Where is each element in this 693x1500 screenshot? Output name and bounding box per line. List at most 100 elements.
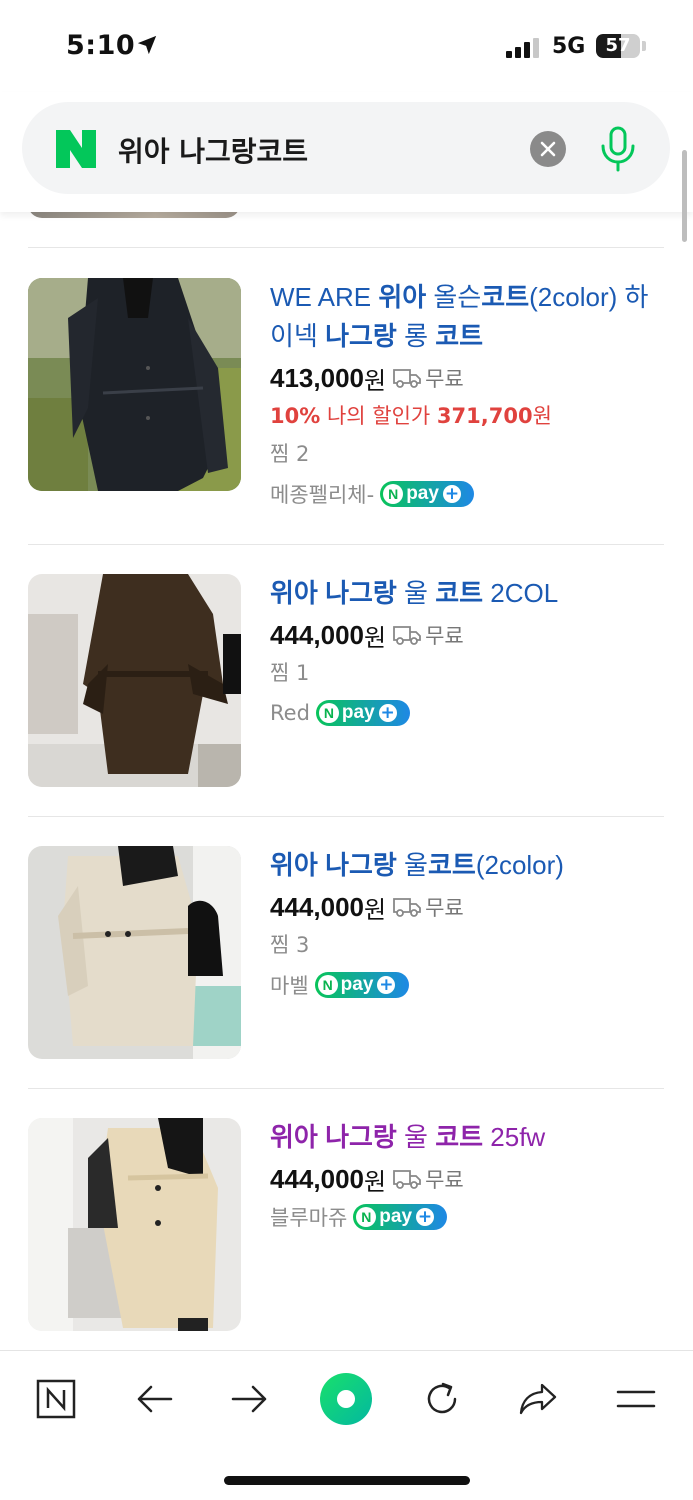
product-price: 413,000 [270,362,364,393]
green-dot-button[interactable] [316,1369,376,1429]
brown-coat-photo [28,574,241,787]
forward-arrow-icon [231,1385,267,1413]
list-item[interactable]: 위아 나그랑 울코트(2color) 444,000 원 무료 찜 3 마벨 Np… [28,846,664,1061]
npay-text: pay [379,1206,413,1227]
product-image[interactable] [28,278,241,491]
zzim-count: 찜 2 [270,442,310,466]
refresh-button[interactable] [412,1369,472,1429]
refresh-icon [427,1382,457,1414]
back-button[interactable] [124,1369,184,1429]
npay-badge: Npay + [314,972,409,998]
naver-logo-icon[interactable] [56,130,96,168]
list-item[interactable]: 위아 나그랑 울 코트 25fw 444,000 원 무료 블루마쥬 Npay + [28,1118,664,1333]
back-arrow-icon [137,1385,173,1413]
naver-home-icon [36,1379,76,1419]
product-title[interactable]: 위아 나그랑 울코트(2color) [270,846,664,885]
discount-unit: 원 [532,404,552,428]
naver-home-button[interactable] [26,1369,86,1429]
product-price: 444,000 [270,1163,364,1194]
shipping-fee: 무료 [425,896,464,920]
list-item[interactable]: WE ARE 위아 올슨코트(2color) 하이넥 나그랑 롱 코트 413,… [28,278,664,538]
seller-row: 메종펠리체- Npay + [270,474,664,514]
title-segment: 코트 [481,282,530,312]
title-segment: 2COL [483,578,559,608]
delivery-truck-icon [393,369,421,388]
zzim-count: 찜 3 [270,933,310,957]
divider [28,1088,664,1089]
search-bar[interactable]: 위아 나그랑코트 [22,102,670,194]
search-header: 위아 나그랑코트 [0,92,693,212]
title-segment: 25fw [483,1122,546,1152]
product-price: 444,000 [270,619,364,650]
seller-name[interactable]: 블루마쥬 [270,1202,347,1232]
price-unit: 원 [363,623,387,652]
home-indicator[interactable] [224,1476,470,1485]
seller-row: 마벨 Npay + [270,965,664,1005]
title-segment: 코트 [435,321,484,351]
title-segment: 울 [396,1122,436,1152]
discount-info: 10% 나의 할인가 371,700원 [270,398,664,434]
plus-icon: + [416,1207,435,1227]
title-segment: 위아 나그랑 [270,578,397,608]
scrollbar[interactable] [682,150,687,242]
seller-name[interactable]: 메종펠리체- [270,479,374,509]
discount-price: 371,700 [436,404,533,428]
forward-button[interactable] [220,1369,280,1429]
battery-level: 57 [605,35,631,56]
seller-name[interactable]: 마벨 [270,970,309,1000]
price-unit: 원 [363,366,387,395]
delivery-truck-icon [393,1170,421,1189]
shipping-fee: 무료 [425,624,464,648]
price-unit: 원 [363,895,387,924]
status-bar: 5:10 5G 57 [0,0,693,92]
title-segment: (2color) [475,850,564,880]
product-title[interactable]: 위아 나그랑 울 코트 2COL [270,574,664,613]
share-button[interactable] [508,1369,568,1429]
seller-name[interactable]: Red [270,701,310,725]
discount-label: 나의 할인가 [320,404,437,428]
close-icon [540,141,556,157]
product-image[interactable] [28,1118,241,1331]
npay-n-icon: N [356,1207,377,1227]
delivery-truck-icon [393,898,421,917]
price-row: 413,000 원 무료 [270,360,664,396]
clear-search-button[interactable] [530,131,566,167]
title-segment: 나그랑 [325,321,397,351]
product-title[interactable]: WE ARE 위아 올슨코트(2color) 하이넥 나그랑 롱 코트 [270,278,664,356]
product-image[interactable] [28,574,241,787]
seller-row: Red Npay + [270,693,664,733]
plus-icon: + [378,703,397,723]
product-list: WE ARE 위아 올슨코트(2color) 하이넥 나그랑 롱 코트 413,… [0,212,693,1350]
cream-coat-photo [28,1118,241,1331]
price-row: 444,000 원 무료 [270,889,664,925]
product-image[interactable] [28,846,241,1059]
title-segment: 롱 [396,321,436,351]
search-input[interactable]: 위아 나그랑코트 [118,130,308,170]
npay-text: pay [341,702,375,723]
title-segment: 울 [396,578,436,608]
location-arrow-icon [137,35,157,55]
battery-icon: 57 [596,34,640,58]
plus-icon: + [442,484,461,504]
previous-product-thumbnail[interactable] [28,212,240,218]
list-item[interactable]: 위아 나그랑 울 코트 2COL 444,000 원 무료 찜 1 Red Npa… [28,574,664,789]
npay-text: pay [406,483,439,504]
title-segment: 코트 [435,1122,484,1152]
battery-tip [642,41,646,51]
microphone-icon[interactable] [598,126,638,172]
npay-n-icon: N [318,703,339,723]
plus-icon: + [377,975,396,995]
divider [28,544,664,545]
green-dot-icon [320,1373,372,1425]
menu-button[interactable] [606,1369,666,1429]
beige-coat-photo [28,846,241,1059]
npay-n-icon: N [383,484,404,504]
discount-percent: 10% [270,404,321,428]
npay-n-icon: N [317,975,338,995]
zzim-count: 찜 1 [270,661,310,685]
network-type: 5G [552,34,586,59]
product-title[interactable]: 위아 나그랑 울 코트 25fw [270,1118,664,1157]
delivery-truck-icon [393,626,421,645]
npay-text: pay [340,974,374,995]
title-segment: 올슨 [426,282,482,312]
